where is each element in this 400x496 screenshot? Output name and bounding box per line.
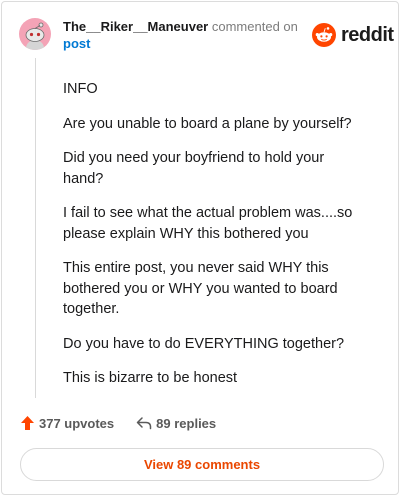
thread-line: [35, 58, 36, 398]
user-avatar[interactable]: [19, 18, 51, 50]
replies-button[interactable]: 89 replies: [136, 416, 216, 431]
upvote-count: 377 upvotes: [39, 415, 115, 431]
username[interactable]: The__Riker__Maneuver: [63, 19, 208, 34]
reddit-logo[interactable]: reddit: [312, 23, 394, 47]
reply-arrow-icon: [136, 417, 152, 430]
comment-paragraph: INFO: [63, 81, 98, 97]
action-text: commented on: [211, 19, 298, 34]
post-link[interactable]: post: [63, 35, 303, 52]
view-comments-button[interactable]: View 89 comments: [20, 448, 384, 481]
comment-paragraph: Did you need your boyfriend to hold your…: [63, 150, 325, 187]
upvote-button[interactable]: 377 upvotes: [20, 415, 114, 431]
comment-paragraph: Are you unable to board a plane by yours…: [63, 115, 352, 132]
comment-paragraph: I fail to see what the actual problem wa…: [63, 205, 353, 242]
snoo-avatar-icon: [25, 22, 45, 50]
comment-paragraph: Do you have to do EVERYTHING together?: [63, 335, 345, 352]
reddit-snoo-icon: [312, 23, 336, 47]
comment-paragraph: This is bizarre to be honest: [63, 370, 238, 386]
brand-text: reddit: [341, 23, 394, 46]
upvote-arrow-icon: [21, 416, 34, 430]
comment-footer: 377 upvotes 89 replies: [20, 415, 216, 431]
comment-body: INFO Are you unable to board a plane by …: [63, 79, 363, 403]
comment-card: The__Riker__Maneuver commented on post r…: [1, 1, 399, 495]
comment-header: The__Riker__Maneuver commented on post: [63, 18, 303, 52]
reply-count: 89 replies: [156, 415, 217, 431]
comment-paragraph: This entire post, you never said WHY thi…: [63, 260, 338, 317]
